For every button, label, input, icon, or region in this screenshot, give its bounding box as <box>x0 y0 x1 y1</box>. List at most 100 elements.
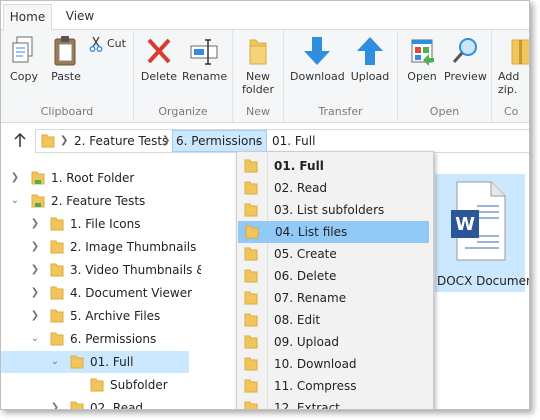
navigation-tree: ❯ 1. Root Folder ⌄ 2. Feature Tests ❯ 1.… <box>1 158 220 409</box>
upload-label: Upload <box>350 70 390 83</box>
organize-group-label: Organize <box>158 105 208 118</box>
paste-button[interactable]: Paste <box>47 34 85 83</box>
chevron-down-icon[interactable]: ⌄ <box>50 351 60 373</box>
dropdown-item-delete[interactable]: 06. Delete <box>237 265 433 287</box>
tree-item-document-viewer[interactable]: ❯ 4. Document Viewer <box>1 282 201 304</box>
folder-icon <box>244 181 258 195</box>
chevron-right-icon[interactable]: ❯ <box>50 397 60 409</box>
dropdown-item-label: 01. Full <box>274 159 324 173</box>
dropdown-item-label: 04. List files <box>275 225 348 239</box>
dropdown-item-label: 09. Upload <box>274 335 339 349</box>
folder-icon <box>244 159 258 173</box>
breadcrumb-separator[interactable]: ❯ <box>162 130 170 152</box>
chevron-down-icon[interactable]: ⌄ <box>30 328 40 350</box>
breadcrumb-permissions[interactable]: 6. Permissions ⌄ <box>172 130 267 152</box>
download-button[interactable]: Download <box>290 34 345 83</box>
tab-home[interactable]: Home <box>3 4 52 31</box>
compress-group: Add zip. Co <box>492 30 529 122</box>
tree-item-feature-tests[interactable]: ⌄ 2. Feature Tests <box>1 190 201 212</box>
tab-view[interactable]: View <box>57 4 103 29</box>
tree-item-video-thumbnails[interactable]: ❯ 3. Video Thumbnails & M <box>1 259 220 281</box>
new-folder-button[interactable]: New folder <box>237 34 279 96</box>
chevron-right-icon[interactable]: ❯ <box>10 167 20 189</box>
chevron-down-icon[interactable]: ⌄ <box>10 190 20 212</box>
dropdown-item-label: 02. Read <box>274 181 328 195</box>
breadcrumb-feature-tests[interactable]: 2. Feature Tests <box>74 130 168 152</box>
tree-item-archive-files[interactable]: ❯ 5. Archive Files <box>1 305 201 327</box>
file-label: DOCX Document <box>437 274 530 288</box>
preview-label: Preview <box>444 70 487 83</box>
add-zip-button[interactable]: Add zip. <box>498 34 529 96</box>
tree-item-image-thumbnails[interactable]: ❯ 2. Image Thumbnails & I <box>1 236 217 258</box>
folder-icon <box>50 332 64 346</box>
file-item-docx[interactable]: W DOCX Document <box>435 174 529 292</box>
tree-item-label: 01. Full <box>90 355 134 369</box>
copy-button[interactable]: Copy <box>5 34 43 83</box>
dropdown-item-full[interactable]: 01. Full <box>237 155 433 177</box>
organize-group: Delete Rename Organize <box>134 30 233 122</box>
dropdown-item-rename[interactable]: 07. Rename <box>237 287 433 309</box>
tree-item-root-folder[interactable]: ❯ 1. Root Folder <box>1 167 201 189</box>
dropdown-item-create[interactable]: 05. Create <box>237 243 433 265</box>
open-label: Open <box>407 70 437 83</box>
dropdown-item-upload[interactable]: 09. Upload <box>237 331 433 353</box>
breadcrumb-full[interactable]: 01. Full <box>272 130 315 152</box>
upload-button[interactable]: Upload <box>348 34 392 83</box>
folder-icon <box>244 313 258 327</box>
tree-item-label: 2. Image Thumbnails & I <box>70 240 217 254</box>
dropdown-item-download[interactable]: 10. Download <box>237 353 433 375</box>
paste-label: Paste <box>51 70 81 83</box>
address-bar[interactable]: ❯ 2. Feature Tests ❯ 6. Permissions ⌄ 01… <box>35 129 529 153</box>
rename-button[interactable]: Rename <box>182 34 227 83</box>
open-icon <box>411 39 434 66</box>
preview-button[interactable]: Preview <box>444 34 487 83</box>
paste-icon <box>54 36 76 66</box>
open-button[interactable]: Open <box>403 34 441 83</box>
up-arrow-icon[interactable] <box>13 132 27 148</box>
word-document-icon: W <box>451 181 506 261</box>
clipboard-group-label: Clipboard <box>40 105 94 118</box>
chevron-right-icon[interactable]: ❯ <box>30 259 40 281</box>
tree-item-file-icons[interactable]: ❯ 1. File Icons <box>1 213 201 235</box>
tree-item-label: Subfolder <box>110 378 168 392</box>
folder-icon <box>31 171 45 185</box>
tree-item-permissions[interactable]: ⌄ 6. Permissions <box>1 328 201 350</box>
tree-item-subfolder[interactable]: Subfolder <box>1 374 201 396</box>
folder-icon <box>244 247 258 261</box>
folder-icon <box>41 134 55 148</box>
dropdown-item-edit[interactable]: 08. Edit <box>237 309 433 331</box>
dropdown-item-read[interactable]: 02. Read <box>237 177 433 199</box>
clipboard-group: Copy Paste Cut Clipboard <box>1 30 134 122</box>
tree-item-label: 1. Root Folder <box>51 171 135 185</box>
transfer-group-label: Transfer <box>318 105 363 118</box>
scissors-icon <box>89 36 103 52</box>
tree-item-read[interactable]: ❯ 02. Read <box>1 397 201 409</box>
chevron-right-icon[interactable]: ❯ <box>30 305 40 327</box>
download-arrow-icon <box>304 37 330 65</box>
download-label: Download <box>290 70 345 83</box>
folder-icon <box>244 269 258 283</box>
chevron-right-icon[interactable]: ❯ <box>30 213 40 235</box>
dropdown-item-extract[interactable]: 12. Extract <box>237 397 433 409</box>
breadcrumb-separator[interactable]: ❯ <box>60 130 68 152</box>
breadcrumb-permissions-label: 6. Permissions <box>176 134 263 148</box>
upload-arrow-icon <box>357 37 383 65</box>
explorer-window: Home View Copy Paste Cut Clipboard Delet… <box>0 0 530 410</box>
dropdown-item-label: 06. Delete <box>274 269 337 283</box>
cut-button[interactable]: Cut <box>89 36 129 54</box>
transfer-group: Download Upload Transfer <box>284 30 398 122</box>
tree-item-label: 1. File Icons <box>70 217 141 231</box>
zip-folder-icon <box>511 39 529 65</box>
dropdown-item-list-files[interactable]: 04. List files <box>238 221 429 243</box>
dropdown-item-list-subfolders[interactable]: 03. List subfolders <box>237 199 433 221</box>
open-group-label: Open <box>429 105 460 118</box>
copy-icon <box>12 36 33 63</box>
tree-item-full[interactable]: ⌄ 01. Full <box>1 351 189 373</box>
dropdown-item-compress[interactable]: 11. Compress <box>237 375 433 397</box>
delete-x-icon <box>147 38 171 64</box>
chevron-right-icon[interactable]: ❯ <box>30 236 40 258</box>
folder-icon <box>50 217 64 231</box>
folder-icon <box>244 203 258 217</box>
chevron-right-icon[interactable]: ❯ <box>30 282 40 304</box>
delete-button[interactable]: Delete <box>139 34 179 83</box>
